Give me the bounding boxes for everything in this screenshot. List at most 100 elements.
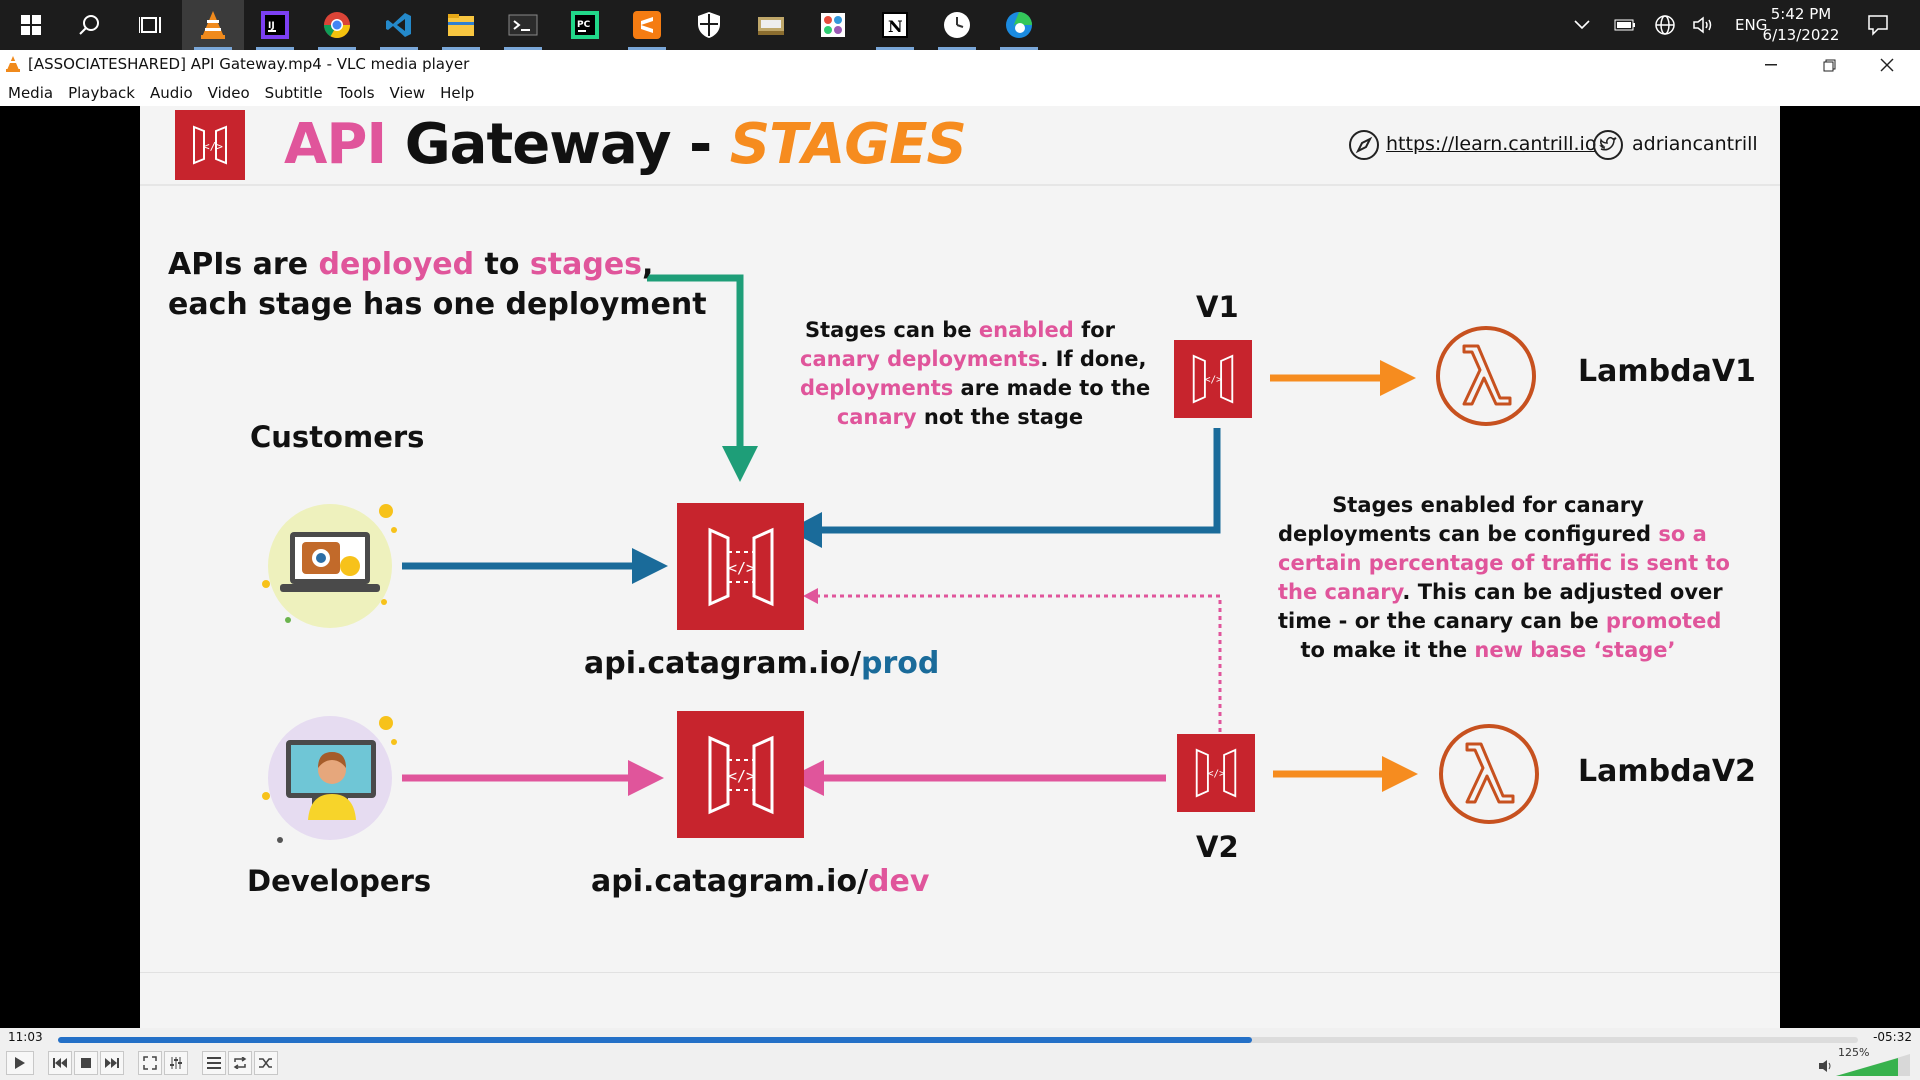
canary-a: Stages can be [805, 318, 979, 342]
volume-percent: 125% [1838, 1046, 1870, 1059]
clock-app-icon[interactable] [926, 0, 988, 50]
loop-button[interactable] [228, 1051, 252, 1075]
lambda-v2-icon [1437, 722, 1541, 830]
canary-h: canary [836, 405, 917, 429]
right-2b: so a [1658, 522, 1707, 546]
app-icon[interactable] [740, 0, 802, 50]
security-icon[interactable] [678, 0, 740, 50]
intellij-icon[interactable]: IJ [244, 0, 306, 50]
slide-footer-line [140, 972, 1780, 973]
elapsed-time[interactable]: 11:03 [8, 1030, 43, 1044]
right-6a: to make it the [1300, 638, 1475, 662]
stop-button[interactable] [74, 1051, 98, 1075]
canary-line-1: Stages can be enabled for [800, 316, 1120, 345]
intro-line-1: APIs are deployed to stages, [168, 245, 653, 285]
canary-config-text: Stages enabled for canary deployments ca… [1278, 491, 1730, 665]
canary-c: for [1073, 318, 1115, 342]
sublime-icon[interactable] [616, 0, 678, 50]
svg-text:</>: </> [1205, 375, 1222, 386]
playlist-button[interactable] [202, 1051, 226, 1075]
play-button[interactable] [6, 1051, 34, 1075]
seek-progress [58, 1037, 1253, 1043]
speaker-icon[interactable] [1818, 1058, 1834, 1077]
v2-label: V2 [1196, 830, 1239, 864]
system-clock[interactable]: 5:42 PM 6/13/2022 [1756, 4, 1846, 46]
close-button[interactable] [1858, 50, 1916, 80]
intro-text: APIs are deployed to stages, each stage … [168, 245, 707, 325]
slide: </> API Gateway - STAGES https://learn.c… [140, 106, 1780, 1028]
menu-tools[interactable]: Tools [338, 84, 375, 102]
menu-help[interactable]: Help [440, 84, 474, 102]
battery-icon[interactable] [1614, 0, 1636, 50]
restore-button[interactable] [1800, 50, 1858, 80]
notification-center-icon[interactable] [1867, 0, 1889, 50]
minimize-button[interactable] [1742, 50, 1800, 80]
remaining-time[interactable]: -05:32 [1873, 1030, 1912, 1044]
right-5a: time - or the canary can be [1278, 609, 1606, 633]
volume-icon[interactable] [1692, 0, 1716, 50]
customer-laptop-icon [262, 498, 402, 642]
vlc-icon[interactable] [182, 0, 244, 50]
search-icon[interactable] [58, 0, 120, 50]
lambda-v1-label: LambdaV1 [1578, 354, 1756, 389]
vscode-icon[interactable] [368, 0, 430, 50]
canary-text: Stages can be enabled for canary deploym… [800, 316, 1150, 432]
right-4a: the canary [1278, 580, 1403, 604]
network-globe-icon[interactable] [1654, 0, 1676, 50]
menu-media[interactable]: Media [8, 84, 53, 102]
canary-f: deployments [800, 376, 954, 400]
developers-label: Developers [247, 864, 432, 898]
previous-button[interactable] [48, 1051, 72, 1075]
paint-icon[interactable] [802, 0, 864, 50]
menu-view[interactable]: View [390, 84, 426, 102]
volume-slider[interactable]: 125% [1836, 1046, 1910, 1076]
right-2a: deployments can be configured [1278, 522, 1659, 546]
extended-settings-button[interactable] [164, 1051, 188, 1075]
canary-e: . If done, [1040, 347, 1147, 371]
dev-url: api.catagram.io/dev [591, 864, 929, 899]
svg-text:PC: PC [577, 20, 591, 30]
right-line-2: deployments can be configured so a [1278, 520, 1707, 549]
svg-text:N: N [888, 17, 903, 36]
show-hidden-icons-icon[interactable] [1574, 0, 1590, 50]
task-view-icon[interactable] [120, 0, 182, 50]
svg-text:IJ: IJ [268, 21, 275, 31]
customers-label: Customers [250, 420, 425, 454]
windows-start-icon[interactable] [0, 0, 62, 50]
prod-url: api.catagram.io/prod [584, 646, 939, 681]
chrome-icon[interactable] [306, 0, 368, 50]
intro-line-2: each stage has one deployment [168, 287, 707, 322]
right-line-1: Stages enabled for canary [1332, 493, 1644, 517]
menu-playback[interactable]: Playback [68, 84, 135, 102]
menu-audio[interactable]: Audio [150, 84, 193, 102]
right-line-4: the canary. This can be adjusted over [1278, 578, 1723, 607]
menu-video[interactable]: Video [208, 84, 250, 102]
v1-gateway-icon: </> [1174, 340, 1252, 418]
fullscreen-button[interactable] [138, 1051, 162, 1075]
right-4b: . This can be adjusted over [1402, 580, 1723, 604]
video-area[interactable]: </> API Gateway - STAGES https://learn.c… [0, 106, 1920, 1028]
vlc-app-icon [5, 55, 21, 77]
next-button[interactable] [100, 1051, 124, 1075]
edge-icon[interactable] [988, 0, 1050, 50]
right-line-6: to make it the new base ‘stage’ [1278, 636, 1698, 665]
window-titlebar: [ASSOCIATESHARED] API Gateway.mp4 - VLC … [0, 50, 1920, 80]
right-5b: promoted [1605, 609, 1722, 633]
canary-line-4: canary not the stage [800, 403, 1120, 432]
canary-line-3: deployments are made to the [800, 374, 1150, 403]
terminal-icon[interactable] [492, 0, 554, 50]
intro-1d: stages [529, 247, 643, 282]
intro-1b: deployed [318, 247, 475, 282]
svg-text:</>: </> [728, 767, 755, 785]
notion-icon[interactable]: N [864, 0, 926, 50]
canary-d: canary deployments [800, 347, 1041, 371]
menu-subtitle[interactable]: Subtitle [265, 84, 323, 102]
shuffle-button[interactable] [254, 1051, 278, 1075]
pycharm-icon[interactable]: PC [554, 0, 616, 50]
file-explorer-icon[interactable] [430, 0, 492, 50]
right-6b: new base ‘stage’ [1474, 638, 1676, 662]
seek-bar[interactable] [58, 1037, 1858, 1043]
clock-time: 5:42 PM [1770, 5, 1832, 23]
right-line-5: time - or the canary can be promoted [1278, 607, 1721, 636]
svg-text:</>: </> [1208, 769, 1225, 780]
